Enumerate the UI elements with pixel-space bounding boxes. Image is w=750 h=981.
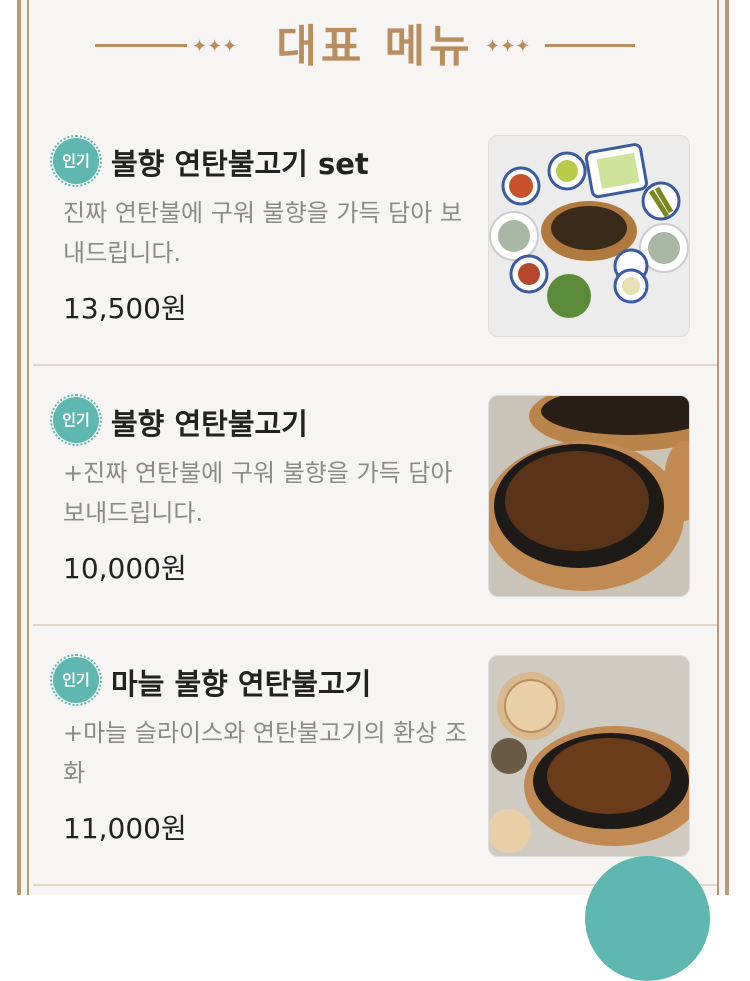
menu-item-price: 13,500원 (63, 292, 187, 325)
menu-item-name: 불향 연탄불고기 (111, 407, 308, 441)
garlic-bulgogi-photo (489, 656, 689, 856)
menu-item-description: +진짜 연탄불에 구워 불향을 가득 담아 보내드립니다. (63, 459, 453, 527)
header-decoration-right (545, 44, 635, 47)
menu-item-name: 마늘 불향 연탄불고기 (111, 667, 372, 701)
menu-item-photo[interactable] (488, 135, 690, 337)
frame-inner-line-left (27, 0, 29, 895)
menu-item-photo[interactable] (488, 655, 690, 857)
floating-action-button[interactable] (585, 856, 710, 981)
popular-badge: 인기 (50, 135, 102, 187)
diamond-icon: ✦✦✦ (485, 36, 531, 57)
menu-item-price: 10,000원 (63, 552, 187, 585)
bulgogi-photo (489, 396, 689, 596)
page-title: 대표 메뉴 (276, 21, 474, 72)
menu-item-description: +마늘 슬라이스와 연탄불고기의 환상 조화 (63, 719, 467, 787)
menu-item-photo[interactable] (488, 395, 690, 597)
bulgogi-set-photo (489, 136, 689, 336)
menu-item-description: 진짜 연탄불에 구워 불향을 가득 담아 보내드립니다. (63, 199, 463, 267)
menu-item[interactable]: 인기 불향 연탄불고기 set 진짜 연탄불에 구워 불향을 가득 담아 보내드… (33, 105, 717, 365)
popular-badge: 인기 (50, 654, 102, 706)
menu-item-price: 11,000원 (63, 812, 187, 845)
popular-badge: 인기 (50, 394, 102, 446)
menu-item-name: 불향 연탄불고기 set (111, 147, 369, 181)
menu-item[interactable]: 인기 불향 연탄불고기 +진짜 연탄불에 구워 불향을 가득 담아 보내드립니다… (33, 365, 717, 625)
frame-inner-line-right (717, 0, 719, 895)
menu-item[interactable]: 인기 마늘 불향 연탄불고기 +마늘 슬라이스와 연탄불고기의 환상 조화 11… (33, 625, 717, 885)
